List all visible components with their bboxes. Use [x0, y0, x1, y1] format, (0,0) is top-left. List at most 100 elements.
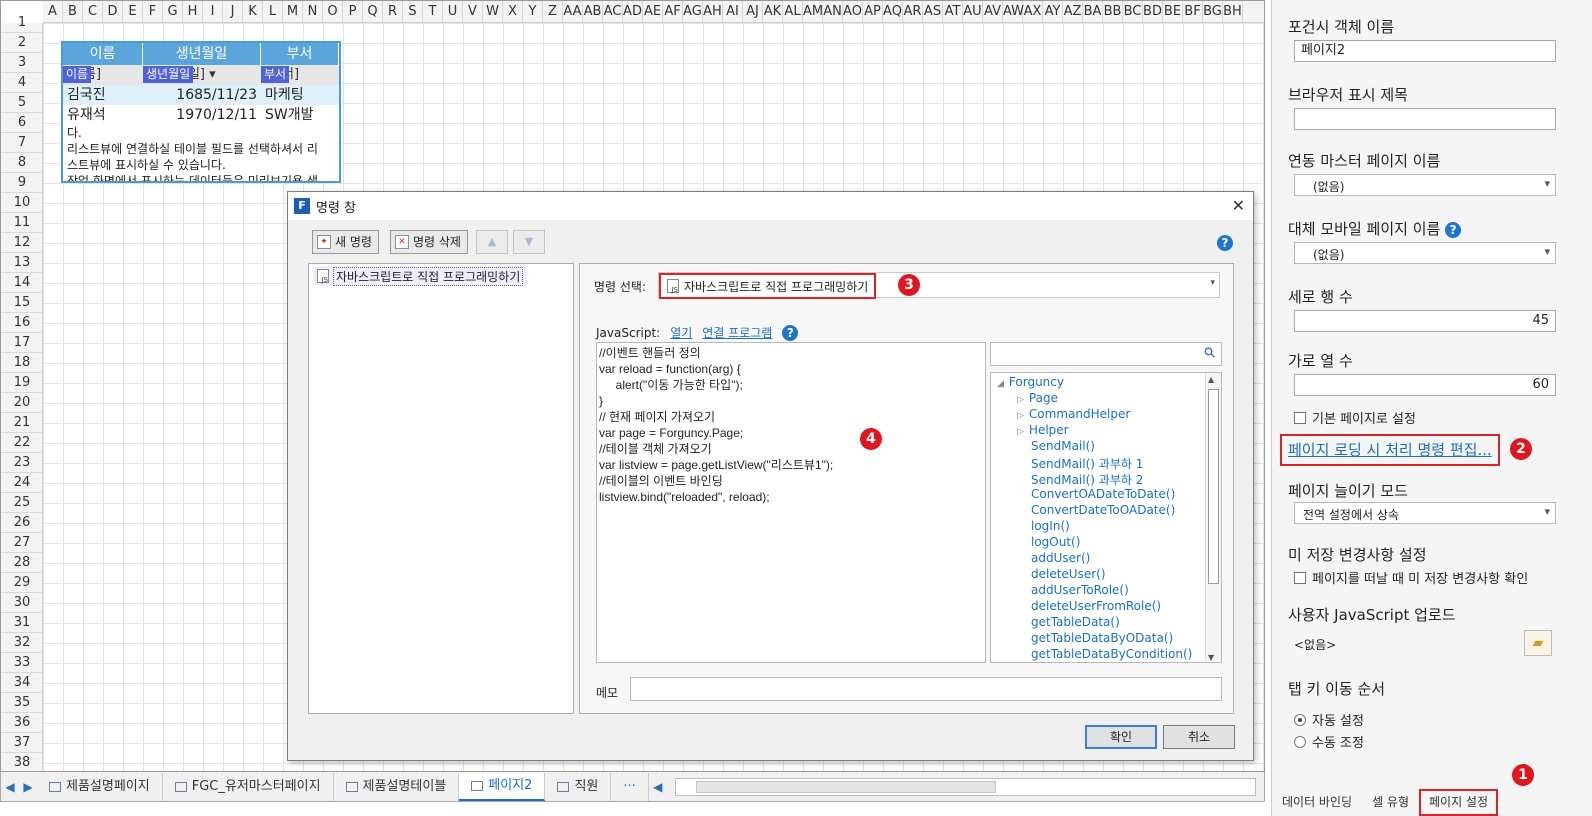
- command-select[interactable]: JS 자바스크립트로 직접 프로그래밍하기: [658, 272, 1220, 299]
- row-header[interactable]: 31: [1, 613, 43, 633]
- tab-order-auto-radio[interactable]: 자동 설정: [1294, 710, 1364, 729]
- column-header[interactable]: X: [503, 1, 523, 23]
- filter-birth[interactable]: [생년월일] ▾생년월일: [143, 65, 261, 85]
- row-header[interactable]: 10: [1, 193, 43, 213]
- row-header[interactable]: 26: [1, 513, 43, 533]
- row-header[interactable]: 25: [1, 493, 43, 513]
- cancel-button[interactable]: 취소: [1163, 725, 1235, 749]
- column-header[interactable]: AE: [643, 1, 663, 23]
- column-header[interactable]: AC: [603, 1, 623, 23]
- unsaved-checkbox[interactable]: 페이지를 떠날 때 미 저장 변경사항 확인: [1294, 568, 1528, 587]
- tree-node[interactable]: ▷ CommandHelper: [1017, 407, 1130, 421]
- row-header[interactable]: 9: [1, 173, 43, 193]
- row-header[interactable]: 32: [1, 633, 43, 653]
- memo-input[interactable]: [630, 677, 1222, 701]
- row-header[interactable]: 4: [1, 73, 43, 93]
- tree-node[interactable]: ConvertDateToOADate(): [1031, 503, 1175, 517]
- api-search-input[interactable]: [990, 342, 1222, 366]
- row-header[interactable]: 15: [1, 293, 43, 313]
- tab-staff[interactable]: 직원: [545, 772, 612, 801]
- expand-arrow-icon[interactable]: ◢: [997, 379, 1004, 389]
- row-header[interactable]: 33: [1, 653, 43, 673]
- tree-node[interactable]: getTableDataByCondition(): [1031, 647, 1192, 661]
- column-header[interactable]: AO: [843, 1, 863, 23]
- move-down-button[interactable]: ▼: [513, 230, 545, 254]
- column-header[interactable]: AT: [943, 1, 963, 23]
- column-header[interactable]: D: [103, 1, 123, 23]
- tab-page-settings[interactable]: 페이지 설정: [1419, 789, 1499, 816]
- checkbox-box[interactable]: [1294, 571, 1306, 584]
- row-header[interactable]: 18: [1, 353, 43, 373]
- column-header[interactable]: J: [223, 1, 243, 23]
- column-header[interactable]: AS: [923, 1, 943, 23]
- tree-node[interactable]: ◢ Forguncy: [997, 375, 1064, 389]
- table-row[interactable]: 김국진 1685/11/23 마케팅: [63, 85, 339, 105]
- expand-arrow-icon[interactable]: ▷: [1017, 395, 1024, 405]
- column-header[interactable]: M: [283, 1, 303, 23]
- column-header[interactable]: AH: [703, 1, 723, 23]
- row-header[interactable]: 36: [1, 713, 43, 733]
- scroll-down-icon[interactable]: ▼: [1208, 653, 1214, 662]
- tab-product-page[interactable]: 제품설명페이지: [37, 772, 163, 801]
- tree-node[interactable]: ▷ Page: [1017, 391, 1058, 405]
- column-header[interactable]: AV: [983, 1, 1003, 23]
- column-header[interactable]: AZ: [1063, 1, 1083, 23]
- edit-loading-commands-link[interactable]: 페이지 로딩 시 처리 명령 편집...: [1280, 434, 1500, 466]
- column-header[interactable]: V: [463, 1, 483, 23]
- column-header[interactable]: T: [423, 1, 443, 23]
- connect-program-link[interactable]: 연결 프로그램: [702, 324, 772, 341]
- column-header[interactable]: L: [263, 1, 283, 23]
- tree-node[interactable]: SendMail() 과부하 1: [1031, 455, 1143, 472]
- row-header[interactable]: 8: [1, 153, 43, 173]
- row-header[interactable]: 27: [1, 533, 43, 553]
- column-header[interactable]: BC: [1123, 1, 1143, 23]
- row-header[interactable]: 17: [1, 333, 43, 353]
- column-header[interactable]: AW: [1003, 1, 1024, 23]
- default-page-checkbox[interactable]: 기본 페이지로 설정: [1294, 408, 1416, 427]
- stretch-mode-select[interactable]: 전역 설정에서 상속: [1294, 502, 1556, 524]
- tree-node[interactable]: SendMail() 과부하 2: [1031, 471, 1143, 488]
- radio-icon[interactable]: [1294, 735, 1306, 748]
- tree-node[interactable]: deleteUser(): [1031, 567, 1106, 581]
- command-select-value[interactable]: JS 자바스크립트로 직접 프로그래밍하기: [659, 273, 877, 299]
- column-header[interactable]: O: [323, 1, 343, 23]
- row-header[interactable]: 5: [1, 93, 43, 113]
- tab-data-binding[interactable]: 데이터 바인딩: [1272, 793, 1362, 816]
- row-header[interactable]: 1: [1, 13, 43, 33]
- column-header[interactable]: BH: [1223, 1, 1243, 23]
- code-editor[interactable]: //이벤트 핸들러 정의 var reload = function(arg) …: [596, 342, 986, 663]
- help-icon[interactable]: ?: [782, 324, 799, 341]
- column-header[interactable]: R: [383, 1, 403, 23]
- column-header[interactable]: AI: [723, 1, 743, 23]
- help-icon[interactable]: ?: [1217, 235, 1233, 251]
- column-header[interactable]: S: [403, 1, 423, 23]
- object-name-input[interactable]: 페이지2: [1294, 40, 1556, 62]
- master-page-select[interactable]: (없음): [1294, 174, 1556, 196]
- column-header[interactable]: BG: [1203, 1, 1223, 23]
- column-header[interactable]: AG: [683, 1, 703, 23]
- dialog-titlebar[interactable]: F 명령 창 ✕: [288, 192, 1253, 220]
- column-header[interactable]: AR: [903, 1, 923, 23]
- expand-arrow-icon[interactable]: ▷: [1017, 427, 1024, 437]
- tree-node[interactable]: deleteUserFromRole(): [1031, 599, 1161, 613]
- folder-open-icon[interactable]: ▰: [1524, 630, 1552, 656]
- column-header[interactable]: F: [143, 1, 163, 23]
- row-header[interactable]: 6: [1, 113, 43, 133]
- column-header[interactable]: I: [203, 1, 223, 23]
- row-header[interactable]: 20: [1, 393, 43, 413]
- row-header[interactable]: 14: [1, 273, 43, 293]
- tree-node[interactable]: SendMail(): [1031, 439, 1095, 453]
- row-header[interactable]: 38: [1, 753, 43, 771]
- list-item[interactable]: JS 자바스크립트로 직접 프로그래밍하기: [313, 266, 528, 286]
- column-header[interactable]: C: [83, 1, 103, 23]
- column-header[interactable]: AK: [763, 1, 783, 23]
- open-link[interactable]: 열기: [670, 324, 692, 341]
- column-header[interactable]: Z: [543, 1, 563, 23]
- more-tabs-button[interactable]: ···: [611, 772, 649, 801]
- tree-node[interactable]: addUserToRole(): [1031, 583, 1129, 597]
- row-header[interactable]: 7: [1, 133, 43, 153]
- column-header[interactable]: BF: [1183, 1, 1203, 23]
- column-header[interactable]: A: [43, 1, 63, 23]
- column-header[interactable]: Y: [523, 1, 543, 23]
- column-header[interactable]: P: [343, 1, 363, 23]
